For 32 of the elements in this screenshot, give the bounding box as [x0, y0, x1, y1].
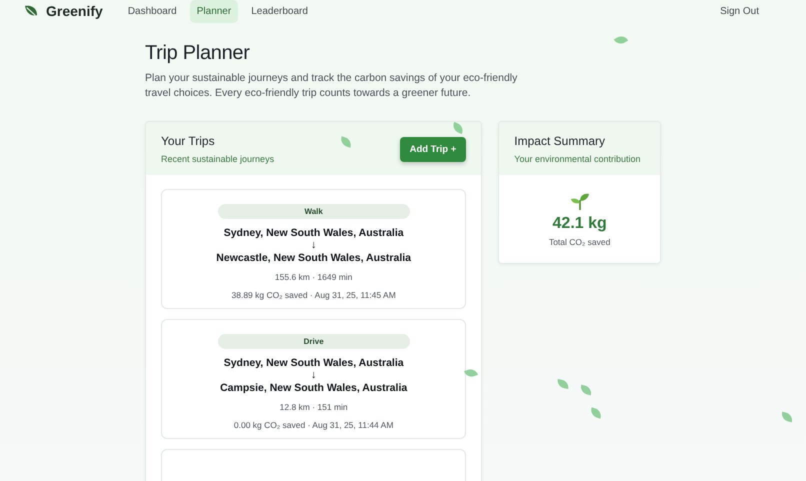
total-label: Total CO₂ saved	[548, 237, 610, 247]
arrow-down-icon: ↓	[310, 239, 316, 252]
nav-link[interactable]: Planner	[190, 0, 238, 22]
trip-stats: 155.6 km · 1649 min	[274, 272, 352, 282]
trip-stats: 12.8 km · 151 min	[280, 402, 348, 412]
panel-subtitle: Your environmental contribution	[514, 154, 641, 164]
leaf-icon	[589, 407, 603, 419]
mode-badge: Drive	[218, 334, 410, 349]
panel-title: Your Trips	[161, 134, 216, 148]
panel-title: Impact Summary	[514, 134, 606, 148]
trip-savings: 38.89 kg CO₂ saved · Aug 31, 25, 11:45 AM	[232, 290, 396, 300]
sprout-icon	[570, 191, 590, 211]
page-title: Trip Planner	[145, 42, 251, 65]
nav-link[interactable]: Leaderboard	[244, 0, 315, 22]
add-trip-button[interactable]: Add Trip +	[400, 136, 466, 162]
nav-link[interactable]: Dashboard	[120, 0, 184, 22]
arrow-down-icon: ↓	[310, 369, 316, 382]
brand-name: Greenify	[46, 3, 103, 19]
mode-badge: Walk	[218, 204, 410, 219]
sign-out-link[interactable]: Sign Out	[713, 0, 766, 22]
leaf-icon	[556, 379, 570, 389]
panel-subtitle: Recent sustainable journeys	[161, 154, 274, 164]
leaf-icon	[24, 5, 38, 17]
leaf-icon	[579, 384, 593, 396]
origin-text: Sydney, New South Wales, Australia	[224, 357, 404, 369]
destination-text: Campsie, New South Wales, Australia	[220, 382, 408, 394]
origin-text: Sydney, New South Wales, Australia	[224, 227, 404, 239]
page-description: Plan your sustainable journeys and track the carbon savings of your eco-friendly travel choices. Every eco-friendly trip counts towards a greener future.	[145, 71, 518, 101]
total-value: 42.1 kg	[552, 215, 607, 233]
destination-text: Newcastle, New South Wales, Australia	[216, 252, 411, 264]
trip-savings: 0.00 kg CO₂ saved · Aug 31, 25, 11:44 AM	[234, 420, 394, 430]
leaf-icon	[780, 412, 794, 422]
